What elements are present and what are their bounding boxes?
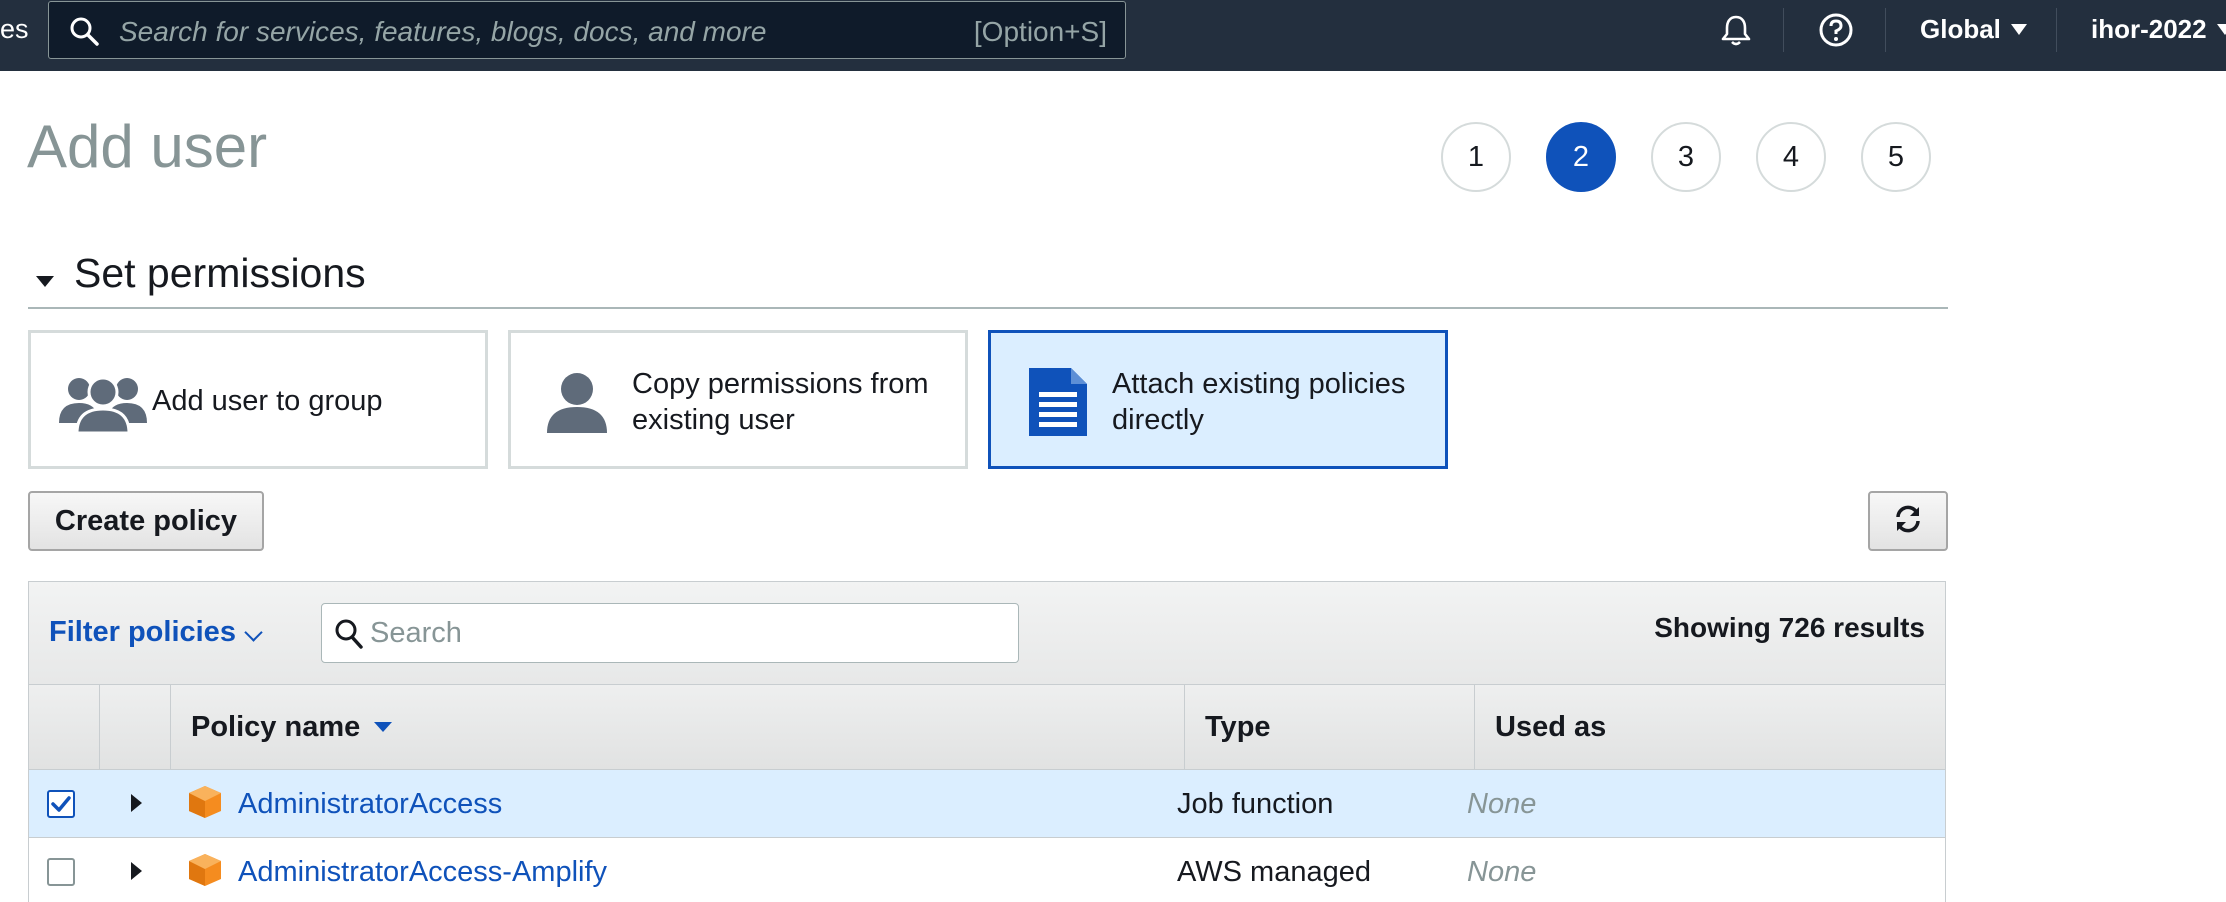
header-type[interactable]: Type (1185, 685, 1475, 770)
option-label-line2: directly (1112, 404, 1204, 436)
nav-divider (1783, 8, 1784, 52)
policy-name-header: Policy name (191, 711, 393, 744)
policy-type: AWS managed (1177, 856, 1371, 888)
region-label: Global (1920, 14, 2001, 44)
option-label-line1: Attach existing policies (1112, 368, 1406, 400)
policy-name-link[interactable]: AdministratorAccess-Amplify (238, 856, 607, 889)
header-expand-column (100, 685, 171, 770)
policy-search-input[interactable] (370, 614, 990, 652)
section-divider (28, 307, 1948, 309)
account-name: ihor-2022 (2091, 14, 2207, 44)
option-label-line1: Copy permissions from (632, 368, 929, 400)
table-header: Policy name Type Used as (28, 685, 1946, 770)
caret-down-icon (2216, 24, 2226, 35)
option-label: Add user to group (152, 385, 383, 417)
option-add-user-to-group[interactable]: Add user to group (28, 330, 488, 469)
global-search-input[interactable]: Search for services, features, blogs, do… (48, 1, 1126, 59)
search-shortcut-hint: [Option+S] (973, 16, 1107, 47)
expand-row-icon[interactable] (131, 862, 142, 880)
bell-icon[interactable] (1718, 12, 1754, 48)
row-checkbox[interactable] (47, 790, 75, 818)
wizard-step-3[interactable]: 3 (1651, 122, 1721, 192)
table-row[interactable]: AdministratorAccess Job function None (28, 770, 1946, 838)
header-select-column (29, 685, 100, 770)
policy-name-link[interactable]: AdministratorAccess (238, 788, 502, 821)
check-icon (51, 796, 71, 812)
table-filter-bar: Filter policies Showing 726 results (28, 581, 1946, 685)
document-icon (1029, 368, 1087, 436)
account-menu[interactable]: ihor-2022 (2091, 14, 2226, 45)
type-header: Type (1205, 711, 1271, 743)
policy-search-field[interactable] (321, 603, 1019, 663)
caret-down-icon (2010, 24, 2027, 35)
region-selector[interactable]: Global (1920, 14, 2027, 45)
table-row[interactable]: AdministratorAccess-Amplify AWS managed … (28, 838, 1946, 902)
search-icon (70, 17, 99, 46)
page-title: Add user (27, 113, 268, 180)
header-policy-name[interactable]: Policy name (171, 685, 1185, 770)
expand-row-icon[interactable] (131, 794, 142, 812)
policy-type: Job function (1177, 788, 1334, 820)
search-icon (335, 619, 363, 649)
user-icon (547, 373, 607, 433)
used-as-header: Used as (1495, 711, 1607, 743)
policy-package-icon (189, 854, 221, 886)
services-menu-label[interactable]: es (0, 14, 29, 45)
header-used-as[interactable]: Used as (1475, 685, 1947, 770)
wizard-step-5[interactable]: 5 (1861, 122, 1931, 192)
option-label-line2: existing user (632, 404, 795, 436)
chevron-down-icon[interactable] (244, 623, 263, 642)
top-navigation-bar: es Search for services, features, blogs,… (0, 0, 2226, 71)
search-placeholder: Search for services, features, blogs, do… (119, 16, 767, 47)
section-title[interactable]: Set permissions (74, 250, 366, 297)
create-policy-button[interactable]: Create policy (28, 491, 264, 551)
collapse-caret-icon[interactable] (36, 276, 54, 287)
option-attach-policies[interactable]: Attach existing policies directly (988, 330, 1448, 469)
policy-used-as: None (1467, 788, 1537, 820)
sort-desc-icon (374, 722, 393, 732)
policy-used-as: None (1467, 856, 1537, 888)
policy-package-icon (189, 786, 221, 818)
help-icon[interactable] (1818, 12, 1854, 48)
option-copy-permissions[interactable]: Copy permissions from existing user (508, 330, 968, 469)
results-count: Showing 726 results (1654, 612, 1925, 643)
nav-divider (1885, 8, 1886, 52)
nav-divider (2056, 8, 2057, 52)
wizard-step-2[interactable]: 2 (1546, 122, 1616, 192)
filter-policies-dropdown[interactable]: Filter policies (49, 616, 236, 649)
wizard-step-1[interactable]: 1 (1441, 122, 1511, 192)
row-checkbox[interactable] (47, 858, 75, 886)
wizard-step-4[interactable]: 4 (1756, 122, 1826, 192)
refresh-button[interactable] (1868, 491, 1948, 551)
users-group-icon (59, 376, 147, 433)
refresh-icon (1896, 505, 1920, 533)
